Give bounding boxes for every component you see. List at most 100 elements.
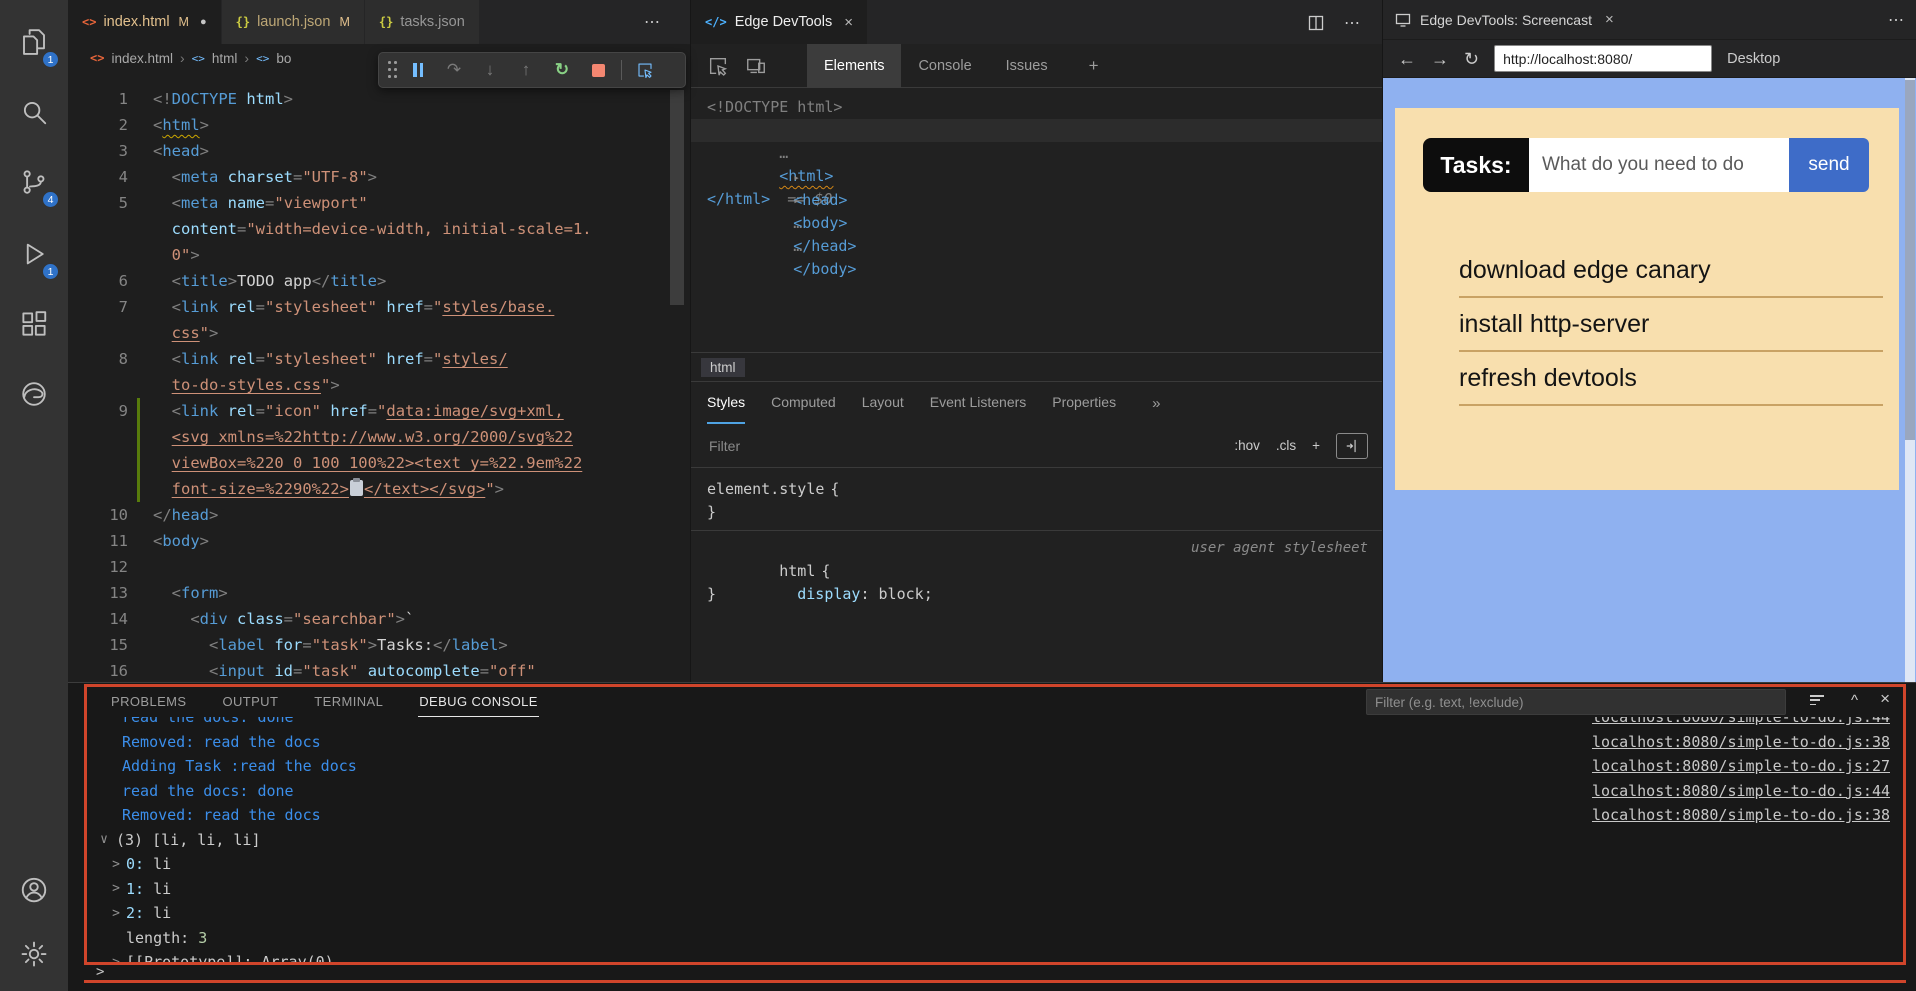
pseudo-hover-button[interactable]: :hov [1234,438,1260,453]
style-declaration[interactable]: display: block; [691,560,1382,583]
style-rule-element[interactable]: element.style{ [691,478,1382,501]
console-source-link[interactable]: localhost:8080/simple-to-do.js:38 [1592,733,1900,751]
breadcrumb-file[interactable]: index.html [111,51,173,66]
reload-icon[interactable]: ↻ [1464,50,1479,68]
code-line[interactable]: 5 <meta name="viewport" [68,190,690,216]
todo-item[interactable]: install http-server [1459,306,1883,352]
code-line[interactable]: 1<!DOCTYPE html> [68,86,690,112]
console-output[interactable]: read the docs: donelocalhost:8080/simple… [88,717,1900,963]
dom-breadcrumb-html[interactable]: html [701,358,745,377]
expand-arrow-icon[interactable]: ▸ [793,189,807,212]
collapse-arrow-icon[interactable]: ∨ [96,832,112,847]
tab-index-html[interactable]: <> index.html M ● [68,0,222,44]
expand-arrow-icon[interactable]: > [108,857,124,872]
code-line[interactable]: 6 <title>TODO app</title> [68,268,690,294]
step-out-button[interactable]: ↑ [511,55,541,85]
tab-edge-devtools[interactable]: </> Edge DevTools × [691,0,867,44]
console-source-link[interactable]: localhost:8080/simple-to-do.js:38 [1592,806,1900,824]
device-emulation-icon[interactable] [745,55,767,77]
tab-event-listeners[interactable]: Event Listeners [930,382,1027,424]
url-input[interactable] [1494,45,1712,72]
code-line[interactable]: 14 <div class="searchbar">` [68,606,690,632]
console-source-link[interactable]: localhost:8080/simple-to-do.js:27 [1592,757,1900,775]
code-line[interactable]: font-size=%2290%22></text></svg>"> [68,476,690,502]
screencast-viewport[interactable]: Tasks: What do you need to do send downl… [1383,78,1916,682]
code-line[interactable]: content="width=device-width, initial-sca… [68,216,690,242]
styles-filter-input[interactable] [707,437,1218,455]
code-line[interactable]: 2<html> [68,112,690,138]
inspect-button[interactable] [630,55,660,85]
tab-console[interactable]: Console [901,44,988,88]
restart-button[interactable]: ↻ [547,55,577,85]
code-line[interactable]: viewBox=%220 0 100 100%22><text y=%22.9e… [68,450,690,476]
code-editor[interactable]: 1<!DOCTYPE html>2<html>3<head>4 <meta ch… [68,72,690,682]
tab-computed[interactable]: Computed [771,382,836,424]
explorer-icon[interactable]: 1 [0,18,68,66]
add-tab-icon[interactable]: + [1089,56,1099,76]
tab-debug-console[interactable]: DEBUG CONSOLE [418,685,539,717]
tab-actions-more-icon[interactable]: ⋯ [644,12,660,32]
dom-html-row[interactable]: … <html> == $0 [691,119,1382,142]
close-icon[interactable]: × [1605,11,1614,28]
code-line[interactable]: 15 <label for="task">Tasks:</label> [68,632,690,658]
breadcrumb-html[interactable]: html [212,51,238,66]
expand-arrow-icon[interactable]: > [108,955,124,963]
task-input[interactable]: What do you need to do [1529,138,1789,192]
search-icon[interactable] [0,88,68,136]
page-scrollbar-thumb[interactable] [1905,80,1915,440]
overflow-chevrons-icon[interactable]: » [1152,382,1160,424]
tab-output[interactable]: OUTPUT [221,685,279,717]
drag-grip-icon[interactable] [388,61,397,79]
stop-button[interactable] [583,55,613,85]
code-line[interactable]: 13 <form> [68,580,690,606]
new-style-rule-button[interactable]: + [1312,438,1320,453]
settings-gear-icon[interactable] [0,930,68,978]
toggle-sidebar-button[interactable] [1336,433,1368,459]
console-filter-input[interactable] [1366,689,1786,715]
expand-arrow-icon[interactable]: > [108,906,124,921]
code-line[interactable]: 3<head> [68,138,690,164]
console-source-link[interactable]: localhost:8080/simple-to-do.js:44 [1592,717,1900,726]
code-line[interactable]: 10</head> [68,502,690,528]
editor-scrollbar[interactable] [670,90,684,305]
tab-layout[interactable]: Layout [862,382,904,424]
code-line[interactable]: 8 <link rel="stylesheet" href="styles/ [68,346,690,372]
filter-lines-icon[interactable] [1810,695,1824,708]
tab-launch-json[interactable]: {} launch.json M [222,0,365,44]
tab-styles[interactable]: Styles [707,382,745,424]
forward-icon[interactable]: → [1431,50,1449,68]
tab-tasks-json[interactable]: {} tasks.json [365,0,480,44]
close-panel-icon[interactable]: × [1880,689,1890,709]
console-prompt[interactable]: > [96,964,104,980]
expand-arrow-icon[interactable]: ▸ [793,166,807,189]
code-line[interactable]: 0"> [68,242,690,268]
tab-issues[interactable]: Issues [989,44,1065,88]
code-line[interactable]: 16 <input id="task" autocomplete="off" [68,658,690,682]
tab-terminal[interactable]: TERMINAL [313,685,384,717]
run-debug-icon[interactable]: 1 [0,230,68,278]
code-line[interactable]: 11<body> [68,528,690,554]
todo-item[interactable]: refresh devtools [1459,360,1883,406]
inspect-element-icon[interactable] [707,55,729,77]
dom-head-row[interactable]: ▸ <head> … </head> [691,142,1382,165]
back-icon[interactable]: ← [1398,50,1416,68]
tab-elements[interactable]: Elements [807,44,901,88]
dom-doctype-row[interactable]: <!DOCTYPE html> [691,96,1382,119]
tab-problems[interactable]: PROBLEMS [110,685,187,717]
extensions-icon[interactable] [0,300,68,348]
step-over-button[interactable]: ↷ [439,55,469,85]
code-line[interactable]: css"> [68,320,690,346]
todo-item[interactable]: download edge canary [1459,252,1883,298]
code-line[interactable]: 4 <meta charset="UTF-8"> [68,164,690,190]
code-line[interactable]: 9 <link rel="icon" href="data:image/svg+… [68,398,690,424]
code-line[interactable]: to-do-styles.css"> [68,372,690,398]
maximize-panel-icon[interactable]: ^ [1851,692,1858,709]
expand-arrow-icon[interactable]: > [108,881,124,896]
edge-devtools-icon[interactable] [0,370,68,418]
pseudo-class-button[interactable]: .cls [1276,438,1296,453]
style-rule-html[interactable]: html{ user agent stylesheet [691,537,1382,560]
tab-properties[interactable]: Properties [1052,382,1116,424]
more-actions-icon[interactable]: ⋯ [1888,10,1904,30]
close-icon[interactable]: × [844,14,853,31]
source-control-icon[interactable]: 4 [0,158,68,206]
